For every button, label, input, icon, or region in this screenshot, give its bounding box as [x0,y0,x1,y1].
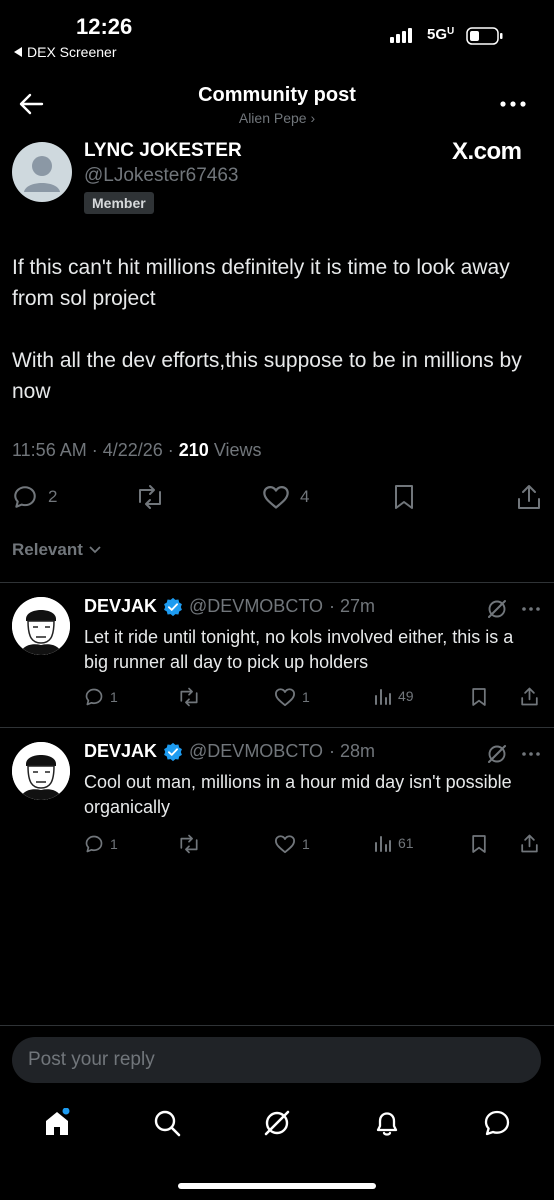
more-icon[interactable] [522,607,540,611]
back-to-app-link[interactable]: DEX Screener [14,44,116,60]
home-indicator[interactable] [178,1183,376,1189]
nav-grok[interactable] [262,1108,292,1138]
reply-author-name[interactable]: DEVJAK [84,596,157,617]
reply-header: DEVJAK @DEVMOBCTO · 27m [84,596,375,617]
reply-count: 1 [110,836,118,852]
grok-icon [264,1110,290,1136]
reply-icon [14,486,36,508]
post-body: If this can't hit millions definitely it… [12,252,532,407]
reply-age: · 28m [329,741,376,761]
grok-icon[interactable] [486,598,508,620]
views-icon [375,689,391,705]
reply-item[interactable]: DEVJAK @DEVMOBCTO · 28m Cool out man, mi… [0,728,554,868]
bookmark-icon[interactable] [471,834,487,854]
nav-messages[interactable] [482,1108,512,1138]
more-icon[interactable] [500,101,526,107]
share-icon[interactable] [516,483,542,511]
post-meta: 11:56 AM · 4/22/26 · 210 Views [12,440,262,461]
reply-text: Cool out man, millions in a hour mid day… [84,772,512,817]
views-button[interactable]: 61 [374,834,414,852]
signal-icon [390,28,412,43]
reply-author-name[interactable]: DEVJAK [84,741,157,762]
avatar[interactable] [12,742,70,800]
like-count: 1 [302,689,310,705]
back-app-label: DEX Screener [27,44,117,60]
like-count: 1 [302,836,310,852]
reply-header: DEVJAK @DEVMOBCTO · 28m [84,741,375,762]
repost-icon[interactable] [177,687,201,707]
post-paragraph: With all the dev efforts,this suppose to… [12,349,522,403]
verified-icon [164,597,182,616]
nav-home[interactable] [42,1108,72,1138]
sort-label: Relevant [12,540,83,559]
share-icon[interactable] [520,686,539,707]
grok-icon[interactable] [486,743,508,765]
nav-search[interactable] [152,1108,182,1138]
page-title: Community post [198,84,356,106]
network-label: 5GU [427,26,455,43]
views-button[interactable]: 49 [374,687,414,705]
community-link[interactable]: Alien Pepe › [0,110,554,126]
views-count: 61 [398,835,414,851]
nav-notifications[interactable] [372,1108,402,1138]
like-icon [263,485,289,509]
reply-author-handle[interactable]: @DEVMOBCTO [189,741,323,762]
source-label: X.com [452,138,522,165]
reply-count: 1 [110,689,118,705]
author-name[interactable]: LYNC JOKESTER [84,140,242,162]
back-triangle-icon [14,47,22,57]
member-badge: Member [84,192,154,214]
avatar[interactable] [12,597,70,655]
reply-item[interactable]: DEVJAK @DEVMOBCTO · 27m Let it ride unti… [0,583,554,726]
chevron-down-icon [89,546,101,554]
messages-icon [484,1110,510,1136]
like-button[interactable]: 1 [274,687,310,707]
like-count: 4 [300,487,310,506]
reply-icon [85,688,103,706]
verified-icon [164,742,182,761]
reply-author-handle[interactable]: @DEVMOBCTO [189,596,323,617]
share-icon[interactable] [520,833,539,854]
divider [0,1025,554,1026]
author-handle[interactable]: @LJokester67463 [84,165,239,187]
avatar-default-icon[interactable] [12,142,72,202]
battery-icon [466,27,503,45]
views-count: 210 [178,440,209,460]
wojak-avatar-icon [12,597,70,655]
more-icon[interactable] [522,752,540,756]
post-paragraph: If this can't hit millions definitely it… [12,256,510,310]
reply-age: · 27m [329,596,376,616]
notifications-icon [376,1112,398,1136]
repost-icon[interactable] [135,484,165,510]
like-button[interactable]: 1 [274,834,310,854]
repost-icon[interactable] [177,834,201,854]
post-timestamp: 11:56 AM · 4/22/26 · [12,440,179,460]
reply-text: Let it ride until tonight, no kols invol… [84,627,514,672]
reply-input-placeholder: Post your reply [28,1049,155,1070]
reply-button[interactable]: 1 [84,687,118,707]
wojak-avatar-icon [12,742,70,800]
like-icon [274,835,295,854]
views-count: 49 [398,688,414,704]
like-button[interactable]: 4 [262,484,309,510]
reply-count: 2 [48,487,58,506]
reply-icon [85,835,103,853]
like-icon [274,688,295,707]
views-label: Views [208,440,262,460]
reply-button[interactable]: 2 [12,484,57,510]
bookmark-icon[interactable] [471,687,487,707]
reply-button[interactable]: 1 [84,834,118,854]
sort-dropdown[interactable]: Relevant [12,540,101,560]
search-icon [154,1110,181,1137]
bookmark-icon[interactable] [393,484,415,510]
home-icon [46,1108,70,1135]
status-time: 12:26 [76,14,133,39]
views-icon [375,836,391,852]
